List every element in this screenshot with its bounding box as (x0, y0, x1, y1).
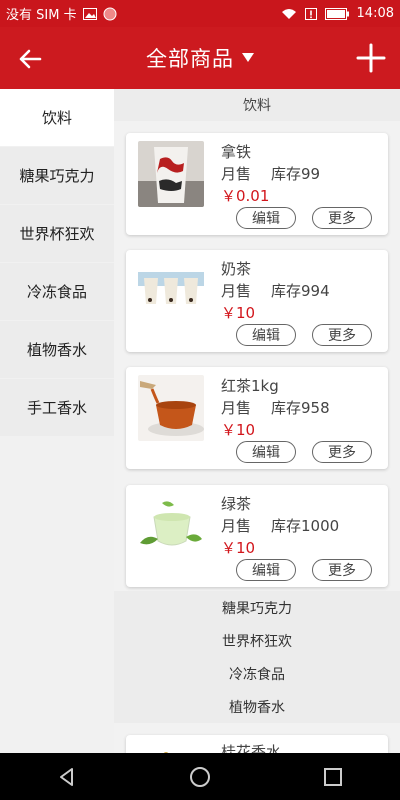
status-bar: 没有 SIM 卡 14:08 (0, 0, 400, 27)
sidebar-item-label: 糖果巧克力 (19, 167, 95, 185)
product-image (138, 141, 204, 207)
more-button[interactable]: 更多 (312, 441, 372, 463)
edit-button[interactable]: 编辑 (236, 207, 296, 229)
title-dropdown[interactable]: 全部商品 (0, 27, 400, 89)
edit-button[interactable]: 编辑 (236, 441, 296, 463)
sidebar-item-plant-perfume[interactable]: 植物香水 (0, 321, 114, 378)
sidebar-item-label: 手工香水 (26, 399, 87, 417)
more-button[interactable]: 更多 (312, 207, 372, 229)
product-image (138, 375, 204, 441)
product-image (138, 258, 204, 324)
square-recents-icon (324, 767, 343, 786)
product-name: 绿茶 (221, 495, 252, 513)
product-meta: 月售 库存1000 (221, 515, 339, 536)
sidebar-item-label: 世界杯狂欢 (19, 225, 95, 243)
product-meta: 月售 库存958 (221, 397, 330, 418)
product-meta: 月售 库存994 (221, 280, 330, 301)
product-card[interactable]: 绿茶 月售 库存1000 ￥10 编辑 更多 (126, 485, 388, 587)
product-name: 拿铁 (221, 143, 252, 161)
product-name: 红茶1kg (221, 377, 279, 395)
product-name: 桂花香水 (221, 743, 282, 753)
alert-icon (304, 7, 317, 20)
sidebar-item-world-cup[interactable]: 世界杯狂欢 (0, 205, 114, 262)
page-title: 全部商品 (146, 47, 234, 71)
product-price: ￥0.01 (221, 187, 270, 205)
stock-count: 库存1000 (271, 517, 340, 535)
product-list: 饮料 拿铁 月售 库存99 ￥0.01 编辑 更多 奶茶 月售 库存994 ￥1… (114, 89, 400, 753)
product-card[interactable]: 桂花香水 (126, 735, 388, 753)
circle-home-icon (189, 766, 210, 787)
nav-recents-button[interactable] (313, 757, 353, 797)
product-card[interactable]: 奶茶 月售 库存994 ￥10 编辑 更多 (126, 250, 388, 352)
stock-count: 库存958 (271, 399, 330, 417)
section-header: 饮料 (114, 89, 400, 121)
product-price: ￥10 (221, 421, 256, 439)
sidebar-item-frozen-food[interactable]: 冷冻食品 (0, 263, 114, 320)
carrier-text: 没有 SIM 卡 (6, 8, 77, 23)
monthly-sales-label: 月售 (221, 517, 252, 535)
sidebar-item-label: 饮料 (41, 109, 72, 127)
wifi-icon (281, 8, 297, 20)
add-product-button[interactable] (354, 41, 388, 75)
product-price: ￥10 (221, 539, 256, 557)
more-button[interactable]: 更多 (312, 324, 372, 346)
product-name: 奶茶 (221, 260, 252, 278)
product-price: ￥10 (221, 304, 256, 322)
product-image (138, 743, 204, 753)
category-header-plant-perfume[interactable]: 植物香水 (114, 690, 400, 723)
product-image (138, 493, 204, 559)
sidebar-item-candy-chocolate[interactable]: 糖果巧克力 (0, 147, 114, 204)
plus-icon (356, 43, 386, 73)
sidebar-item-handmade-perfume[interactable]: 手工香水 (0, 379, 114, 436)
category-header-candy-chocolate[interactable]: 糖果巧克力 (114, 591, 400, 624)
image-notification-icon (82, 7, 97, 20)
system-nav-bar (0, 753, 400, 800)
sidebar-item-label: 植物香水 (26, 341, 87, 359)
monthly-sales-label: 月售 (221, 165, 252, 183)
nav-home-button[interactable] (180, 757, 220, 797)
record-notification-icon (103, 7, 117, 21)
monthly-sales-label: 月售 (221, 399, 252, 417)
category-headers: 糖果巧克力 世界杯狂欢 冷冻食品 植物香水 (114, 591, 400, 723)
sidebar-item-label: 冷冻食品 (26, 283, 87, 301)
triangle-back-icon (59, 767, 73, 786)
product-meta: 月售 库存99 (221, 163, 320, 184)
category-sidebar: 饮料 糖果巧克力 世界杯狂欢 冷冻食品 植物香水 手工香水 (0, 89, 114, 753)
nav-back-button[interactable] (47, 757, 87, 797)
product-card[interactable]: 拿铁 月售 库存99 ￥0.01 编辑 更多 (126, 133, 388, 235)
clock-text: 14:08 (356, 6, 394, 21)
stock-count: 库存99 (271, 165, 321, 183)
edit-button[interactable]: 编辑 (236, 324, 296, 346)
edit-button[interactable]: 编辑 (236, 559, 296, 581)
sidebar-item-drinks[interactable]: 饮料 (0, 89, 114, 146)
app-bar: 全部商品 (0, 27, 400, 89)
battery-icon (324, 7, 349, 20)
more-button[interactable]: 更多 (312, 559, 372, 581)
monthly-sales-label: 月售 (221, 282, 252, 300)
triangle-down-icon (242, 53, 254, 62)
product-card[interactable]: 红茶1kg 月售 库存958 ￥10 编辑 更多 (126, 367, 388, 469)
category-header-world-cup[interactable]: 世界杯狂欢 (114, 624, 400, 657)
stock-count: 库存994 (271, 282, 330, 300)
category-header-frozen-food[interactable]: 冷冻食品 (114, 657, 400, 690)
